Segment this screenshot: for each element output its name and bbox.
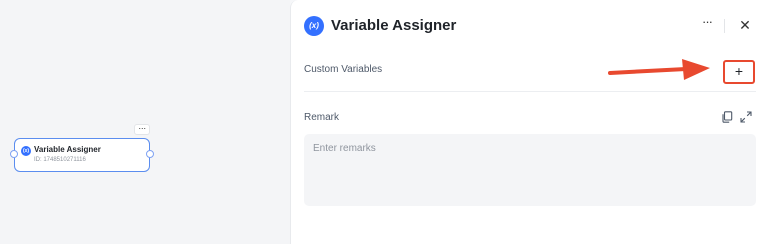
- remark-textarea[interactable]: [304, 134, 756, 206]
- remark-label: Remark: [304, 112, 340, 123]
- variable-x-icon: (x): [304, 16, 324, 36]
- annotation-arrow-icon: [608, 59, 710, 80]
- node-output-handle[interactable]: [146, 150, 154, 158]
- variable-x-icon: (x): [21, 146, 31, 156]
- variable-assigner-node[interactable]: (x) Variable Assigner ID: 1748510271116: [10, 138, 154, 172]
- node-settings-panel: (x) Variable Assigner ··· ✕ Custom Varia…: [290, 0, 768, 244]
- add-variable-button[interactable]: +: [723, 60, 755, 84]
- close-panel-button[interactable]: ✕: [737, 17, 753, 33]
- more-options-button[interactable]: ···: [699, 15, 715, 34]
- header-divider: [724, 19, 725, 33]
- node-input-handle[interactable]: [10, 150, 18, 158]
- panel-title[interactable]: Variable Assigner: [331, 17, 456, 34]
- custom-variables-label: Custom Variables: [304, 64, 383, 75]
- node-more-button[interactable]: ···: [134, 124, 150, 135]
- workflow-canvas[interactable]: ··· (x) Variable Assigner ID: 1748510271…: [0, 0, 290, 244]
- expand-icon[interactable]: [740, 111, 752, 123]
- node-id: ID: 1748510271116: [34, 157, 86, 163]
- section-divider: [304, 91, 756, 92]
- copy-icon[interactable]: [721, 111, 733, 123]
- node-title: Variable Assigner: [34, 145, 101, 154]
